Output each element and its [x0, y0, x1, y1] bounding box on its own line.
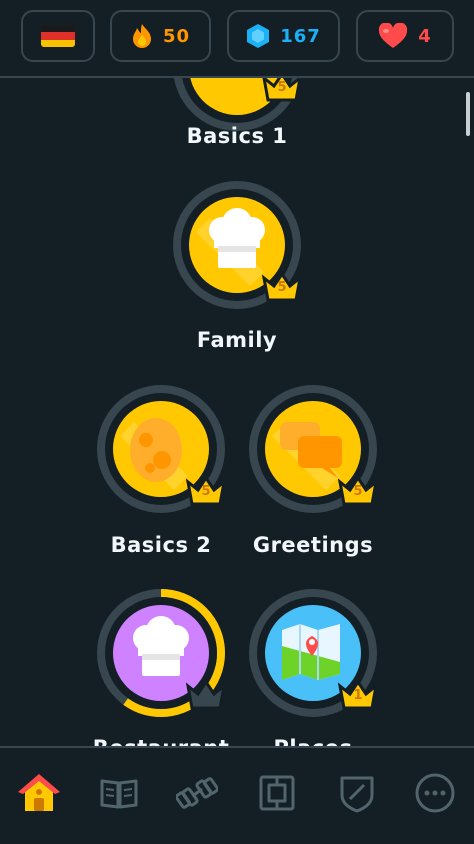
- map-icon: [282, 624, 340, 680]
- gem-icon: [247, 24, 270, 48]
- book-icon: [100, 779, 138, 809]
- nav-more[interactable]: [412, 770, 458, 816]
- crown-badge-empty: [185, 678, 227, 714]
- skill-restaurant[interactable]: [94, 586, 228, 720]
- crown-badge: 5: [337, 474, 379, 510]
- skill-basics-2[interactable]: 5: [94, 382, 228, 516]
- top-stat-bar: 50 167 4: [0, 0, 474, 78]
- leaderboard-icon: [259, 775, 295, 811]
- skill-label-family: Family: [196, 328, 278, 352]
- nav-home[interactable]: [16, 770, 62, 816]
- nav-leaderboard[interactable]: [254, 770, 300, 816]
- language-selector-button[interactable]: [21, 10, 95, 62]
- skill-greetings[interactable]: 5: [246, 382, 380, 516]
- crown-badge: 5: [262, 78, 302, 106]
- skill-label-greetings: Greetings: [252, 533, 374, 557]
- hearts-button[interactable]: 4: [356, 10, 454, 62]
- heart-icon: [379, 23, 408, 48]
- flame-icon: [132, 24, 151, 48]
- germany-flag-icon: [41, 25, 75, 47]
- nav-shield[interactable]: [334, 770, 380, 816]
- hearts-count: 4: [418, 25, 432, 47]
- shield-icon: [340, 776, 374, 813]
- streak-button[interactable]: 50: [110, 10, 211, 62]
- skill-label-basics-1: Basics 1: [186, 124, 288, 148]
- skill-tree: 5 Basics 1 5 Family 5 Basics 2 5 Greetin…: [0, 78, 474, 746]
- skill-family[interactable]: 5: [170, 178, 304, 312]
- egg-icon: [130, 418, 182, 482]
- scrollbar[interactable]: [466, 92, 470, 136]
- gems-button[interactable]: 167: [227, 10, 340, 62]
- streak-count: 50: [162, 25, 191, 47]
- home-icon: [18, 774, 60, 811]
- crown-badge: 1: [337, 678, 379, 714]
- dumbbell-icon: [176, 777, 218, 809]
- nav-stories[interactable]: [96, 770, 142, 816]
- nav-practice[interactable]: [174, 770, 220, 816]
- crown-badge: 5: [261, 270, 303, 306]
- skill-places[interactable]: 1: [246, 586, 380, 720]
- skill-label-places: Places: [213, 736, 413, 746]
- gem-count: 167: [280, 25, 321, 47]
- bottom-navigation: [0, 746, 474, 844]
- more-icon: [415, 773, 455, 813]
- crown-badge: 5: [185, 474, 227, 510]
